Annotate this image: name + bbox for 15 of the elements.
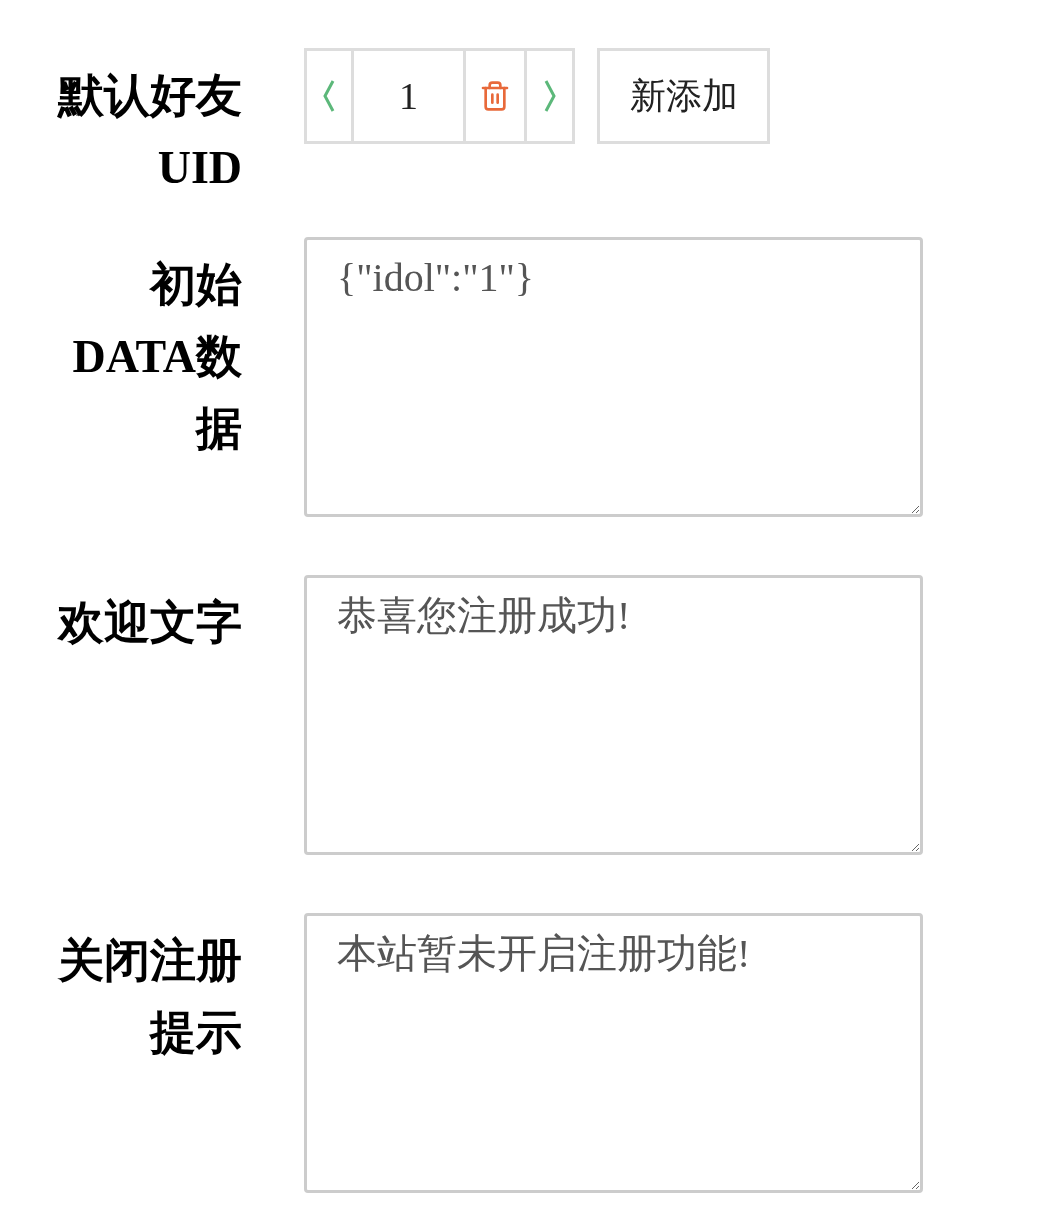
next-button[interactable]	[527, 48, 575, 144]
text-area[interactable]: {"idol":"1"}	[304, 237, 923, 517]
field-label: 初始DATA数据	[71, 258, 242, 456]
number-field[interactable]: 1	[354, 48, 466, 144]
chevron-right-icon	[542, 79, 557, 113]
previous-button[interactable]	[304, 48, 354, 144]
field-label: 欢迎文字	[56, 596, 242, 650]
field-label: 关闭注册提示	[56, 934, 242, 1060]
delete-button[interactable]	[466, 48, 527, 144]
add-button[interactable]: 新添加	[597, 48, 770, 144]
trash-icon	[479, 80, 511, 112]
text-area[interactable]: 本站暂未开启注册功能!	[304, 913, 923, 1193]
text-area[interactable]: 恭喜您注册成功!	[304, 575, 923, 855]
field-label: 默认好友UID	[56, 69, 242, 195]
chevron-left-icon	[322, 79, 336, 113]
